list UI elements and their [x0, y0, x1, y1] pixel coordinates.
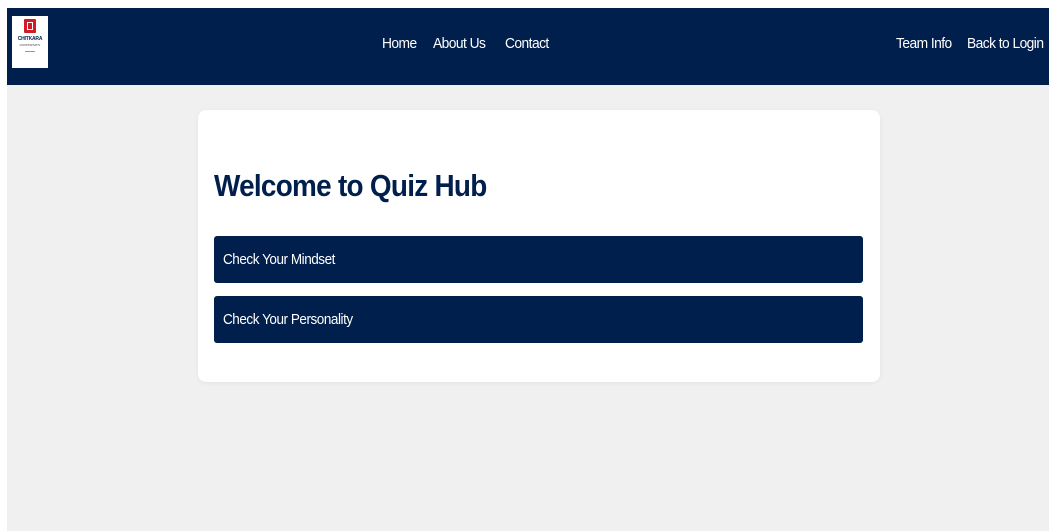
main-content: Welcome to Quiz Hub Check Your Mindset C… [7, 85, 1049, 531]
nav-team-info-link[interactable]: Team Info [896, 34, 961, 54]
nav-contact-link[interactable]: Contact [505, 34, 551, 54]
check-mindset-button[interactable]: Check Your Mindset [214, 236, 863, 283]
check-personality-button[interactable]: Check Your Personality [214, 296, 863, 343]
logo-name: CHITKARA [17, 36, 43, 42]
university-logo[interactable]: CHITKARA UNIVERSITY [12, 16, 48, 68]
check-mindset-label: Check Your Mindset [223, 251, 335, 268]
nav-about-link[interactable]: About Us [433, 34, 497, 54]
nav-back-to-login-link[interactable]: Back to Login [967, 34, 1046, 54]
page: CHITKARA UNIVERSITY Home About Us Contac… [0, 0, 1049, 531]
page-title: Welcome to Quiz Hub [214, 168, 487, 203]
navbar: CHITKARA UNIVERSITY Home About Us Contac… [7, 8, 1049, 85]
logo-emblem-icon [24, 19, 36, 33]
quiz-card: Welcome to Quiz Hub Check Your Mindset C… [198, 110, 880, 382]
check-personality-label: Check Your Personality [223, 311, 353, 328]
account-nav: Team Info Back to Login [896, 34, 1049, 54]
logo-subtitle: UNIVERSITY [19, 43, 41, 47]
main-nav: Home About Us Contact [382, 34, 557, 54]
logo-divider [25, 50, 35, 52]
nav-home-link[interactable]: Home [382, 34, 427, 54]
